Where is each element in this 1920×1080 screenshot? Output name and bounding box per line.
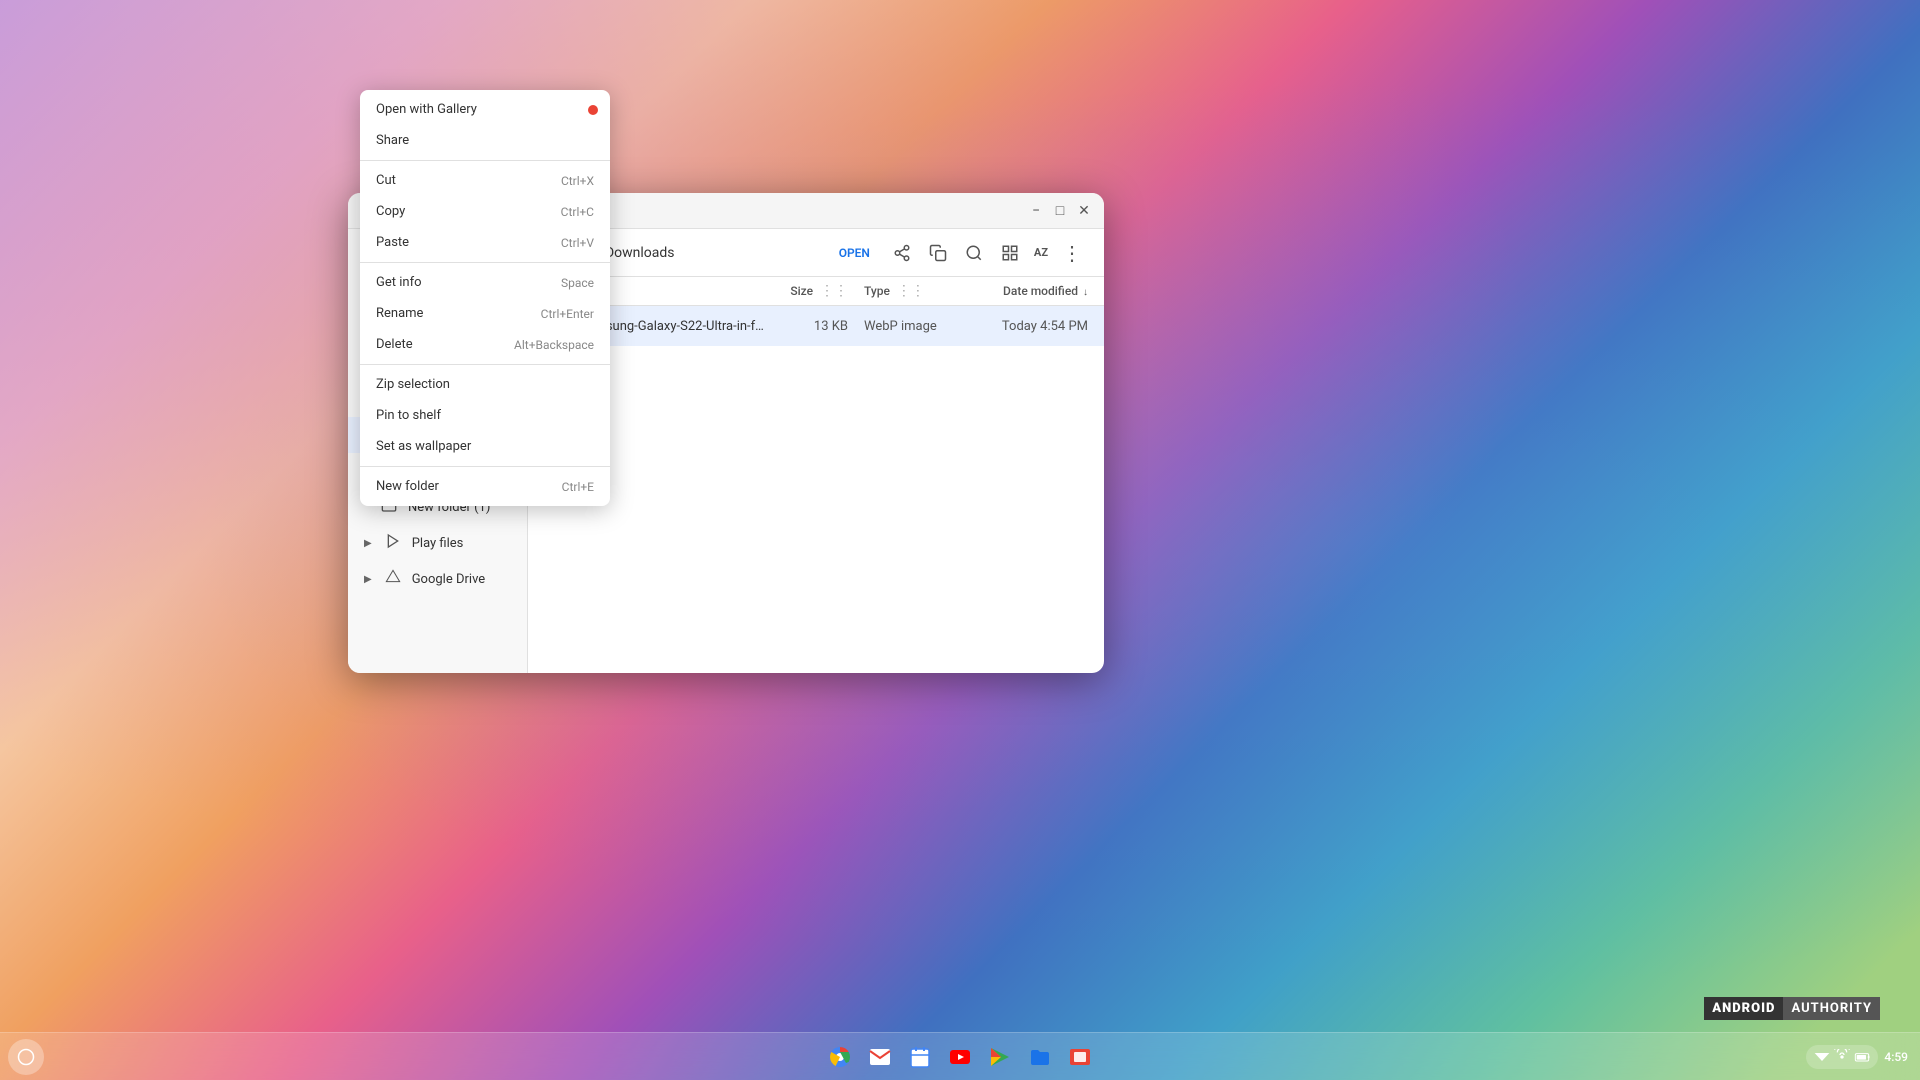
taskbar-right: 4:59 <box>1806 1045 1920 1069</box>
close-button[interactable]: ✕ <box>1072 199 1096 223</box>
search-button[interactable] <box>958 237 990 269</box>
ctx-get-info[interactable]: Get info Space <box>360 267 610 298</box>
ctx-rename[interactable]: Rename Ctrl+Enter <box>360 298 610 329</box>
taskbar-app-play-store[interactable] <box>982 1039 1018 1075</box>
taskbar-app-youtube[interactable] <box>942 1039 978 1075</box>
breadcrumb-downloads[interactable]: Downloads <box>605 245 675 261</box>
sort-button[interactable]: AZ <box>1030 237 1052 269</box>
column-size[interactable]: Size ⋮⋮ <box>768 283 848 299</box>
ctx-delete[interactable]: Delete Alt+Backspace <box>360 329 610 360</box>
taskbar-app-slides[interactable] <box>1062 1039 1098 1075</box>
rename-shortcut: Ctrl+Enter <box>541 307 594 321</box>
column-date[interactable]: Date modified ↓ <box>958 284 1088 298</box>
taskbar-center <box>822 1039 1098 1075</box>
get-info-shortcut: Space <box>561 276 594 290</box>
file-type: WebP image <box>848 319 958 334</box>
taskbar: 4:59 <box>0 1032 1920 1080</box>
taskbar-app-calendar[interactable] <box>902 1039 938 1075</box>
open-button[interactable]: OPEN <box>827 237 882 269</box>
share-button[interactable] <box>886 237 918 269</box>
ctx-divider-1 <box>360 160 610 161</box>
ctx-item-left: Open with Gallery <box>376 102 477 117</box>
ctx-divider-3 <box>360 364 610 365</box>
sort-arrow-icon: ↓ <box>1083 287 1088 298</box>
copy-button[interactable] <box>922 237 954 269</box>
column-size-more: ⋮⋮ <box>820 283 848 299</box>
maximize-button[interactable]: □ <box>1048 199 1072 223</box>
taskbar-app-chrome[interactable] <box>822 1039 858 1075</box>
file-size: 13 KB <box>768 319 848 334</box>
ctx-open-with-gallery[interactable]: Open with Gallery <box>360 94 610 125</box>
launcher-button[interactable] <box>8 1039 44 1075</box>
ctx-divider-4 <box>360 466 610 467</box>
toolbar-actions: OPEN AZ <box>827 237 1088 269</box>
sidebar-item-google-drive[interactable]: ▶ Google Drive <box>348 561 527 597</box>
watermark-android-text: ANDROID <box>1704 997 1783 1020</box>
sidebar-item-play-files[interactable]: ▶ Play files <box>348 525 527 561</box>
cut-shortcut: Ctrl+X <box>561 174 594 188</box>
watermark: ANDROID AUTHORITY <box>1704 997 1880 1020</box>
paste-shortcut: Ctrl+V <box>561 236 594 250</box>
taskbar-left <box>0 1039 44 1075</box>
system-clock: 4:59 <box>1884 1050 1908 1064</box>
google-drive-expand-icon: ▶ <box>364 574 372 585</box>
new-folder-shortcut: Ctrl+E <box>562 480 594 494</box>
toolbar: My files › Downloads OPEN <box>528 229 1104 277</box>
gallery-indicator-dot <box>588 105 598 115</box>
play-files-expand-icon: ▶ <box>364 538 372 549</box>
ctx-share[interactable]: Share <box>360 125 610 156</box>
ctx-divider-2 <box>360 262 610 263</box>
ctx-cut[interactable]: Cut Ctrl+X <box>360 165 610 196</box>
system-tray[interactable] <box>1806 1045 1878 1069</box>
ctx-copy[interactable]: Copy Ctrl+C <box>360 196 610 227</box>
play-files-icon <box>384 533 402 553</box>
file-list-header: Name ⋮⋮ Size ⋮⋮ Type ⋮⋮ Date modified ↓ <box>528 277 1104 306</box>
main-content: My files › Downloads OPEN <box>528 229 1104 673</box>
column-type-more: ⋮⋮ <box>897 283 925 299</box>
context-menu: Open with Gallery Share Cut Ctrl+X Copy … <box>360 90 610 506</box>
ctx-paste[interactable]: Paste Ctrl+V <box>360 227 610 258</box>
file-date: Today 4:54 PM <box>958 319 1088 334</box>
file-list: Ssmsung-Galaxy-S22-Ultra-in-front-of-pai… <box>528 306 1104 673</box>
delete-shortcut: Alt+Backspace <box>514 338 594 352</box>
ctx-set-as-wallpaper[interactable]: Set as wallpaper <box>360 431 610 462</box>
copy-shortcut: Ctrl+C <box>561 205 594 219</box>
column-type[interactable]: Type ⋮⋮ <box>848 283 958 299</box>
ctx-pin-to-shelf[interactable]: Pin to shelf <box>360 400 610 431</box>
ctx-new-folder[interactable]: New folder Ctrl+E <box>360 471 610 502</box>
ctx-zip-selection[interactable]: Zip selection <box>360 369 610 400</box>
minimize-button[interactable]: − <box>1024 199 1048 223</box>
grid-view-button[interactable] <box>994 237 1026 269</box>
more-options-button[interactable]: ⋮ <box>1056 237 1088 269</box>
table-row[interactable]: Ssmsung-Galaxy-S22-Ultra-in-front-of-pai… <box>528 306 1104 346</box>
taskbar-app-gmail[interactable] <box>862 1039 898 1075</box>
taskbar-app-files[interactable] <box>1022 1039 1058 1075</box>
watermark-authority-text: AUTHORITY <box>1783 997 1880 1020</box>
google-drive-icon <box>384 569 402 589</box>
